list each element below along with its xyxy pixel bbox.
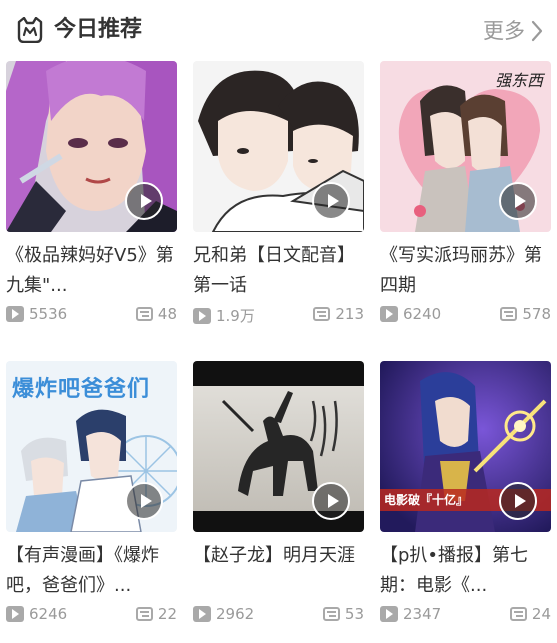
danmaku-count: 53 xyxy=(322,605,364,623)
danmaku-count-value: 48 xyxy=(157,305,177,323)
play-count: 5536 xyxy=(6,305,67,323)
play-count-value: 2962 xyxy=(216,605,255,623)
danmaku-icon xyxy=(313,307,331,321)
video-card[interactable]: 兄和弟【日文配音】第一话 1.9万 213 xyxy=(193,61,364,325)
danmaku-icon xyxy=(500,307,518,321)
danmaku-icon xyxy=(509,607,527,621)
thumbnail-caption: 强东西 xyxy=(494,71,543,90)
danmaku-count-value: 213 xyxy=(335,305,364,323)
danmaku-count-value: 53 xyxy=(344,605,364,623)
play-count-icon xyxy=(380,306,398,322)
video-thumbnail[interactable]: 电影破『十亿』 xyxy=(380,361,551,532)
danmaku-count: 22 xyxy=(135,605,177,623)
play-count-value: 1.9万 xyxy=(216,307,255,325)
play-count: 1.9万 xyxy=(193,305,255,326)
play-count-icon xyxy=(6,606,24,622)
play-count: 2962 xyxy=(193,605,254,623)
video-stats: 1.9万 213 xyxy=(193,305,364,327)
play-count-value: 5536 xyxy=(29,305,68,323)
danmaku-count: 24 xyxy=(509,605,551,623)
play-icon[interactable] xyxy=(499,182,537,220)
video-card[interactable]: 强东西 《写实派玛丽苏》第四期 6240 578 xyxy=(380,61,551,323)
section-title: 今日推荐 xyxy=(54,17,143,42)
danmaku-count-value: 24 xyxy=(531,605,551,623)
play-count-value: 6240 xyxy=(403,305,442,323)
video-stats: 2347 24 xyxy=(380,605,551,627)
video-thumbnail[interactable]: 爆炸吧爸爸们 xyxy=(6,361,177,532)
play-icon[interactable] xyxy=(125,482,163,520)
video-stats: 6246 22 xyxy=(6,605,177,627)
play-count-value: 6246 xyxy=(29,605,68,623)
video-card[interactable]: 《极品辣妈好V5》第九集"... 5536 48 xyxy=(6,61,177,323)
danmaku-count: 578 xyxy=(500,305,551,323)
video-card[interactable]: 爆炸吧爸爸们 【有声漫画】《爆炸吧，爸爸们》... 6246 22 xyxy=(6,361,177,623)
danmaku-icon xyxy=(135,607,153,621)
play-icon[interactable] xyxy=(125,182,163,220)
more-label: 更多 xyxy=(483,19,525,43)
video-title[interactable]: 兄和弟【日文配音】第一话 xyxy=(193,241,364,301)
mascot-logo-icon xyxy=(17,17,43,43)
video-thumbnail[interactable]: 强东西 xyxy=(380,61,551,232)
video-title[interactable]: 《极品辣妈好V5》第九集"... xyxy=(6,241,177,301)
danmaku-icon xyxy=(322,607,340,621)
section-header: 今日推荐 更多 xyxy=(0,0,557,60)
play-icon[interactable] xyxy=(312,182,350,220)
video-card[interactable]: 【赵子龙】明月天涯 2962 53 xyxy=(193,361,364,623)
play-count-icon xyxy=(6,306,24,322)
thumbnail-caption: 爆炸吧爸爸们 xyxy=(12,377,151,402)
video-title[interactable]: 【有声漫画】《爆炸吧，爸爸们》... xyxy=(6,541,177,601)
chevron-right-icon xyxy=(531,20,543,42)
video-title[interactable]: 《写实派玛丽苏》第四期 xyxy=(380,241,551,301)
play-count-icon xyxy=(193,307,211,324)
video-title[interactable]: 【赵子龙】明月天涯 xyxy=(193,541,364,601)
play-count: 2347 xyxy=(380,605,441,623)
video-thumbnail[interactable] xyxy=(193,61,364,232)
danmaku-count: 213 xyxy=(313,305,364,323)
play-count: 6240 xyxy=(380,305,441,323)
play-count-icon xyxy=(193,606,211,622)
play-icon[interactable] xyxy=(499,482,537,520)
video-thumbnail[interactable] xyxy=(6,61,177,232)
more-button[interactable]: 更多 xyxy=(483,16,543,46)
video-stats: 2962 53 xyxy=(193,605,364,627)
video-card[interactable]: 电影破『十亿』 【p扒•播报】第七期：电影《... 2347 24 xyxy=(380,361,551,623)
play-count-value: 2347 xyxy=(403,605,442,623)
video-title[interactable]: 【p扒•播报】第七期：电影《... xyxy=(380,541,551,601)
danmaku-count: 48 xyxy=(135,305,177,323)
danmaku-count-value: 578 xyxy=(522,305,551,323)
video-stats: 5536 48 xyxy=(6,305,177,327)
danmaku-icon xyxy=(135,307,153,321)
play-icon[interactable] xyxy=(312,482,350,520)
video-thumbnail[interactable] xyxy=(193,361,364,532)
video-stats: 6240 578 xyxy=(380,305,551,327)
danmaku-count-value: 22 xyxy=(157,605,177,623)
play-count-icon xyxy=(380,606,398,622)
thumbnail-caption: 电影破『十亿』 xyxy=(384,493,469,507)
play-count: 6246 xyxy=(6,605,67,623)
